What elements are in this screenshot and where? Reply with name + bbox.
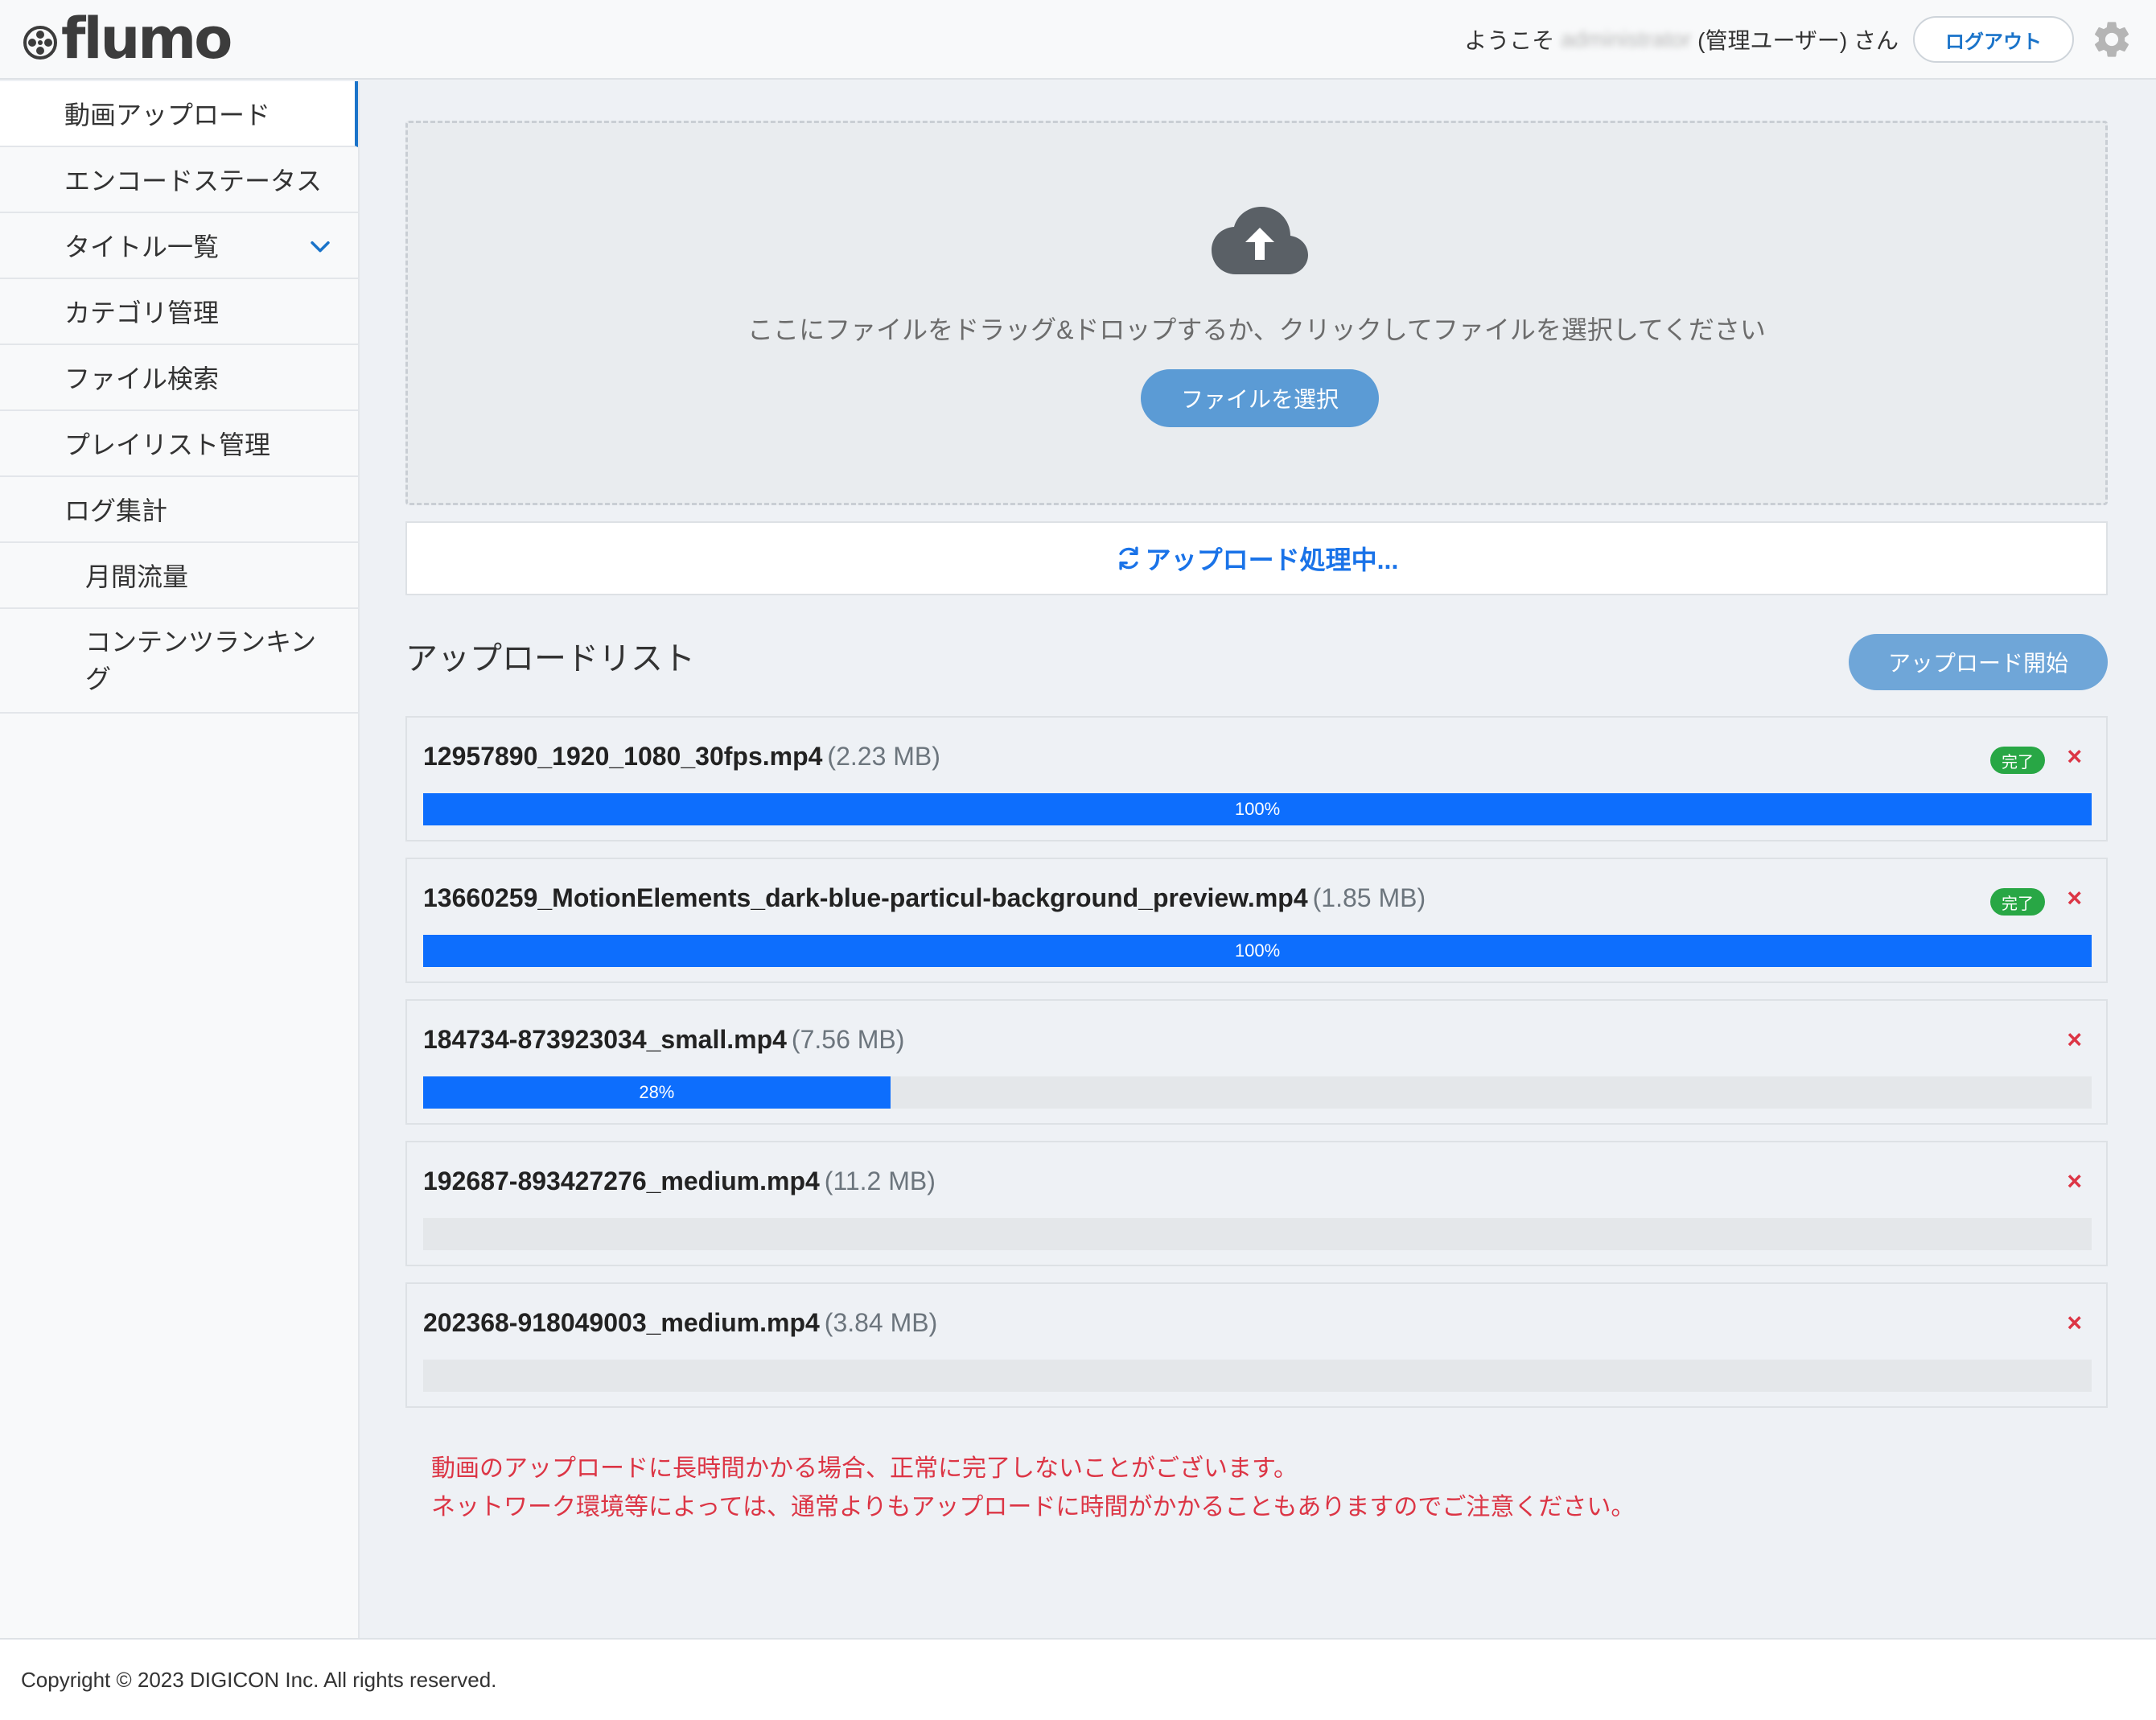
progress-fill: 28%: [423, 1076, 891, 1109]
file-size: (2.23 MB): [827, 742, 940, 771]
file-name: 12957890_1920_1080_30fps.mp4 (2.23 MB): [423, 742, 940, 772]
progress-bar: 28%: [423, 1076, 2092, 1109]
sidebar-item-label: プレイリスト管理: [64, 430, 271, 459]
file-name: 192687-893427276_medium.mp4 (11.2 MB): [423, 1167, 936, 1196]
remove-file-button[interactable]: ×: [2067, 1165, 2082, 1197]
progress-fill: 100%: [423, 935, 2092, 967]
remove-file-button[interactable]: ×: [2067, 882, 2082, 914]
sidebar-item-label: コンテンツランキング: [85, 628, 317, 693]
progress-bar: [423, 1360, 2092, 1392]
sidebar-item-label: カテゴリ管理: [64, 298, 220, 327]
logo-text: flumo: [61, 6, 232, 72]
status-badge: 完了: [1990, 888, 2045, 916]
sidebar-item-label: 動画アップロード: [64, 101, 271, 130]
sidebar-item-label: エンコードステータス: [64, 167, 323, 195]
file-name-text: 12957890_1920_1080_30fps.mp4: [423, 742, 823, 771]
file-name-text: 192687-893427276_medium.mp4: [423, 1167, 820, 1195]
file-name-text: 184734-873923034_small.mp4: [423, 1025, 787, 1054]
sidebar-item-label: 月間流量: [85, 562, 189, 591]
warning-line: ネットワーク環境等によっては、通常よりもアップロードに時間がかかることもあります…: [431, 1494, 1636, 1520]
upload-processing-status: アップロード処理中...: [405, 521, 2108, 595]
upload-file-item: 13660259_MotionElements_dark-blue-partic…: [405, 858, 2108, 983]
status-badge: 完了: [1990, 747, 2045, 774]
progress-bar: [423, 1218, 2092, 1250]
upload-file-item: 12957890_1920_1080_30fps.mp4 (2.23 MB) 完了…: [405, 716, 2108, 841]
sidebar-item-label: ログ集計: [64, 496, 168, 525]
select-file-button[interactable]: ファイルを選択: [1141, 369, 1379, 427]
sidebar-item-content-ranking[interactable]: コンテンツランキング: [0, 609, 358, 714]
gear-icon[interactable]: [2088, 16, 2135, 63]
file-name-text: 202368-918049003_medium.mp4: [423, 1308, 820, 1337]
file-name: 202368-918049003_medium.mp4 (3.84 MB): [423, 1308, 937, 1338]
progress-bar: 100%: [423, 935, 2092, 967]
welcome-prefix: ようこそ: [1464, 28, 1555, 53]
copyright-text: Copyright © 2023 DIGICON Inc. All rights…: [21, 1667, 497, 1692]
sidebar-item-label: タイトル一覧: [64, 232, 220, 261]
upload-file-item: 192687-893427276_medium.mp4 (11.2 MB) ×: [405, 1141, 2108, 1266]
start-upload-button[interactable]: アップロード開始: [1849, 634, 2108, 690]
file-size: (7.56 MB): [791, 1025, 905, 1054]
welcome-suffix: (管理ユーザー) さん: [1697, 28, 1899, 53]
logo[interactable]: flumo: [23, 6, 232, 72]
warning-line: 動画のアップロードに長時間かかる場合、正常に完了しないことがございます。: [431, 1455, 1298, 1482]
sidebar-item-title-list[interactable]: タイトル一覧: [0, 213, 358, 279]
sidebar-item-video-upload[interactable]: 動画アップロード: [0, 81, 358, 147]
film-reel-icon: [23, 26, 57, 60]
sidebar: 動画アップロード エンコードステータス タイトル一覧 カテゴリ管理 ファイル検索…: [0, 81, 360, 1638]
upload-warning: 動画のアップロードに長時間かかる場合、正常に完了しないことがございます。 ネット…: [431, 1450, 1635, 1527]
processing-text: アップロード処理中...: [1145, 545, 1399, 574]
refresh-icon: [1119, 546, 1138, 570]
progress-fill: 100%: [423, 793, 2092, 825]
cloud-upload-icon: [1212, 207, 1308, 274]
username: administrator: [1561, 27, 1692, 51]
sidebar-item-category[interactable]: カテゴリ管理: [0, 279, 358, 345]
file-size: (1.85 MB): [1312, 883, 1426, 912]
file-size: (11.2 MB): [824, 1167, 936, 1195]
file-size: (3.84 MB): [824, 1308, 938, 1337]
upload-list-title: アップロードリスト: [405, 641, 695, 677]
file-name: 13660259_MotionElements_dark-blue-partic…: [423, 883, 1426, 913]
sidebar-item-encode-status[interactable]: エンコードステータス: [0, 147, 358, 213]
file-dropzone[interactable]: ここにファイルをドラッグ&ドロップするか、クリックしてファイルを選択してください…: [405, 121, 2108, 505]
sidebar-item-file-search[interactable]: ファイル検索: [0, 345, 358, 411]
sidebar-item-playlist[interactable]: プレイリスト管理: [0, 411, 358, 477]
remove-file-button[interactable]: ×: [2067, 740, 2082, 772]
remove-file-button[interactable]: ×: [2067, 1023, 2082, 1055]
upload-file-item: 202368-918049003_medium.mp4 (3.84 MB) ×: [405, 1282, 2108, 1408]
file-name-text: 13660259_MotionElements_dark-blue-partic…: [423, 883, 1308, 912]
chevron-down-icon[interactable]: [307, 232, 334, 260]
sidebar-item-log-summary[interactable]: ログ集計: [0, 477, 358, 543]
file-name: 184734-873923034_small.mp4 (7.56 MB): [423, 1025, 904, 1055]
top-header: flumo ようこそ administrator (管理ユーザー) さん ログア…: [0, 0, 2156, 80]
logout-button[interactable]: ログアウト: [1913, 16, 2074, 63]
remove-file-button[interactable]: ×: [2067, 1306, 2082, 1339]
footer: Copyright © 2023 DIGICON Inc. All rights…: [0, 1638, 2156, 1720]
welcome-message: ようこそ administrator (管理ユーザー) さん: [1464, 23, 1899, 56]
dropzone-instruction: ここにファイルをドラッグ&ドロップするか、クリックしてファイルを選択してください: [747, 315, 1766, 344]
upload-file-item: 184734-873923034_small.mp4 (7.56 MB) × 28…: [405, 999, 2108, 1125]
sidebar-item-monthly-traffic[interactable]: 月間流量: [0, 543, 358, 609]
sidebar-item-label: ファイル検索: [64, 364, 220, 393]
progress-bar: 100%: [423, 793, 2092, 825]
